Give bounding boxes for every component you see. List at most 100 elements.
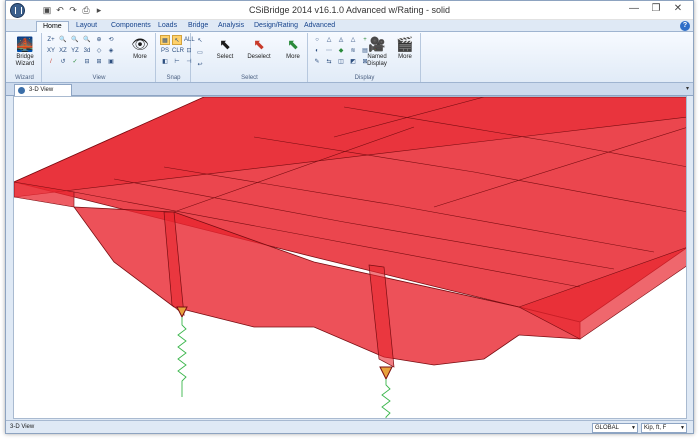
chevron-down-icon[interactable]: ▾	[686, 85, 689, 92]
units-value: Kip, ft, F	[644, 425, 667, 431]
model-viewport[interactable]	[13, 96, 687, 419]
bridge-model-canvas	[14, 97, 686, 418]
view-3d-icon[interactable]: 3d	[82, 46, 92, 56]
pan-icon[interactable]: ⊕	[94, 35, 104, 45]
perspective-icon[interactable]: ◇	[94, 46, 104, 56]
view-window-icon	[18, 87, 25, 94]
eye-icon: 👁	[131, 36, 149, 52]
select-pointer-icon[interactable]: ↖	[195, 36, 205, 46]
zoom-plus-icon[interactable]: Z+	[46, 35, 56, 45]
display-more-button[interactable]: 🎬 More	[392, 34, 418, 71]
status-view-name: 3-D View	[10, 424, 35, 430]
tab-design-rating[interactable]: Design/Rating	[248, 21, 304, 32]
select-button[interactable]: ⬉ Select	[210, 34, 240, 71]
view-tab-strip: 3-D View ▾	[6, 83, 693, 96]
display-spring-icon[interactable]: ≋	[348, 46, 358, 56]
cursor-icon: ⬉	[219, 36, 231, 52]
zoom-in-icon[interactable]: 🔍	[58, 35, 68, 45]
window-title: CSiBridge 2014 v16.1.0 Advanced w/Rating…	[248, 5, 451, 15]
zoom-out-icon[interactable]: 🔍	[70, 35, 80, 45]
display-shade-icon[interactable]: ◩	[348, 57, 358, 67]
tab-3d-view[interactable]: 3-D View	[14, 84, 72, 96]
bridge-wizard-label: Bridge Wizard	[15, 54, 35, 67]
bridge-wizard-icon: 🌉	[16, 36, 34, 52]
view-xy-icon[interactable]: XY	[46, 46, 56, 56]
tab-home[interactable]: Home	[36, 21, 69, 32]
display-joint-icon[interactable]: ○	[312, 35, 322, 45]
display-icon-grid: ○ △ ◬ △ + ◐ ⋯ ◆ ≋ ▤ ✎ ⇆ ◫ ◩ ⊠	[312, 35, 370, 67]
named-display-label: Named Display	[367, 54, 387, 67]
select-label: Select	[216, 54, 234, 60]
display-more-icon: 🎬	[396, 36, 414, 52]
select-box-icon[interactable]: ▭	[195, 48, 205, 58]
spring-1	[177, 317, 187, 397]
group-select: ↖ ▭ ↩ ⬉ Select ⬉ Deselect ⬉ More Select	[192, 33, 308, 82]
coord-system-value: GLOBAL	[595, 425, 620, 431]
help-icon[interactable]: ?	[680, 21, 690, 31]
snap-ps-icon[interactable]: PS	[160, 46, 170, 56]
draw-line-icon[interactable]: /	[46, 57, 56, 67]
snap-icon-grid: ▦ ↖ ALL PS CLR ⊡ ◧ ⊢ ⊣	[160, 35, 195, 67]
snap-pointer-icon[interactable]: ↖	[172, 35, 182, 45]
display-swap-icon[interactable]: ⇆	[324, 57, 334, 67]
select-previous-icon[interactable]: ↩	[195, 60, 205, 70]
display-solid-icon[interactable]: △	[348, 35, 358, 45]
tab-layout[interactable]: Layout	[70, 21, 103, 32]
minimize-button[interactable]: —	[623, 1, 645, 17]
shrink-icon[interactable]: ⊟	[82, 57, 92, 67]
display-support-icon[interactable]: ◆	[336, 46, 346, 56]
tab-components[interactable]: Components	[105, 21, 157, 32]
deselect-icon: ⬉	[253, 36, 265, 52]
group-label-select: Select	[241, 75, 258, 81]
display-edit-icon[interactable]: ✎	[312, 57, 322, 67]
restore-button[interactable]: ❐	[645, 1, 667, 17]
group-display: ○ △ ◬ △ + ◐ ⋯ ◆ ≋ ▤ ✎ ⇆ ◫ ◩ ⊠ 🎥 Named Di…	[309, 33, 421, 82]
rotate-icon[interactable]: ⟲	[106, 35, 116, 45]
view-yz-icon[interactable]: YZ	[70, 46, 80, 56]
bridge-wizard-button[interactable]: 🌉 Bridge Wizard	[10, 34, 40, 71]
select-more-icon: ⬉	[287, 36, 299, 52]
group-view: Z+ 🔍 🔍 🔍 ⊕ ⟲ XY XZ YZ 3d ◇ ◈ / ↺ ✓ ⊟ ⊞ ▣	[43, 33, 156, 82]
extrude-icon[interactable]: ◈	[106, 46, 116, 56]
view-xz-icon[interactable]: XZ	[58, 46, 68, 56]
group-label-snap: Snap	[166, 75, 181, 81]
chevron-down-icon: ▼	[680, 425, 685, 431]
tab-analysis[interactable]: Analysis	[212, 21, 250, 32]
select-more-label: More	[286, 54, 300, 60]
app-window: ▣ ↶ ↷ ⎙ ▸ CSiBridge 2014 v16.1.0 Advance…	[5, 0, 694, 434]
view-icon-grid: Z+ 🔍 🔍 🔍 ⊕ ⟲ XY XZ YZ 3d ◇ ◈ / ↺ ✓ ⊟ ⊞ ▣	[46, 35, 116, 67]
view-more-button[interactable]: 👁 More	[125, 34, 155, 71]
expand-icon[interactable]: ⊞	[94, 57, 104, 67]
check-icon[interactable]: ✓	[70, 57, 80, 67]
snap-clear-icon[interactable]: CLR	[172, 46, 184, 56]
close-button[interactable]: ✕	[667, 1, 689, 17]
group-label-display: Display	[354, 75, 375, 81]
zoom-window-icon[interactable]: 🔍	[82, 35, 92, 45]
title-bar: ▣ ↶ ↷ ⎙ ▸ CSiBridge 2014 v16.1.0 Advance…	[6, 1, 693, 20]
display-area-icon[interactable]: ◬	[336, 35, 346, 45]
named-display-button[interactable]: 🎥 Named Display	[363, 34, 391, 71]
snap-half-icon[interactable]: ◧	[160, 57, 170, 67]
select-more-button[interactable]: ⬉ More	[278, 34, 308, 71]
tab-loads[interactable]: Loads	[152, 21, 183, 32]
view-more-label: More	[133, 54, 147, 60]
tab-bridge[interactable]: Bridge	[182, 21, 214, 32]
snap-left-icon[interactable]: ⊢	[172, 57, 182, 67]
snap-grid-icon[interactable]: ▦	[160, 35, 170, 45]
deselect-button[interactable]: ⬉ Deselect	[244, 34, 274, 71]
display-frame-icon[interactable]: △	[324, 35, 334, 45]
status-bar: 3-D View GLOBAL ▼ Kip, ft, F ▼	[6, 420, 693, 433]
coord-system-select[interactable]: GLOBAL ▼	[592, 423, 638, 433]
fit-icon[interactable]: ▣	[106, 57, 116, 67]
group-label-wizard: Wizard	[15, 75, 34, 81]
window-controls: — ❐ ✕	[623, 1, 689, 17]
display-link-icon[interactable]: ◐	[312, 46, 322, 56]
display-tendon-icon[interactable]: ⋯	[324, 46, 334, 56]
tab-advanced[interactable]: Advanced	[298, 21, 341, 32]
chevron-down-icon: ▼	[631, 425, 636, 431]
view-tab-label: 3-D View	[29, 87, 54, 93]
units-select[interactable]: Kip, ft, F ▼	[641, 423, 687, 433]
display-panel-icon[interactable]: ◫	[336, 57, 346, 67]
refresh-icon[interactable]: ↺	[58, 57, 68, 67]
group-label-view: View	[92, 75, 106, 81]
